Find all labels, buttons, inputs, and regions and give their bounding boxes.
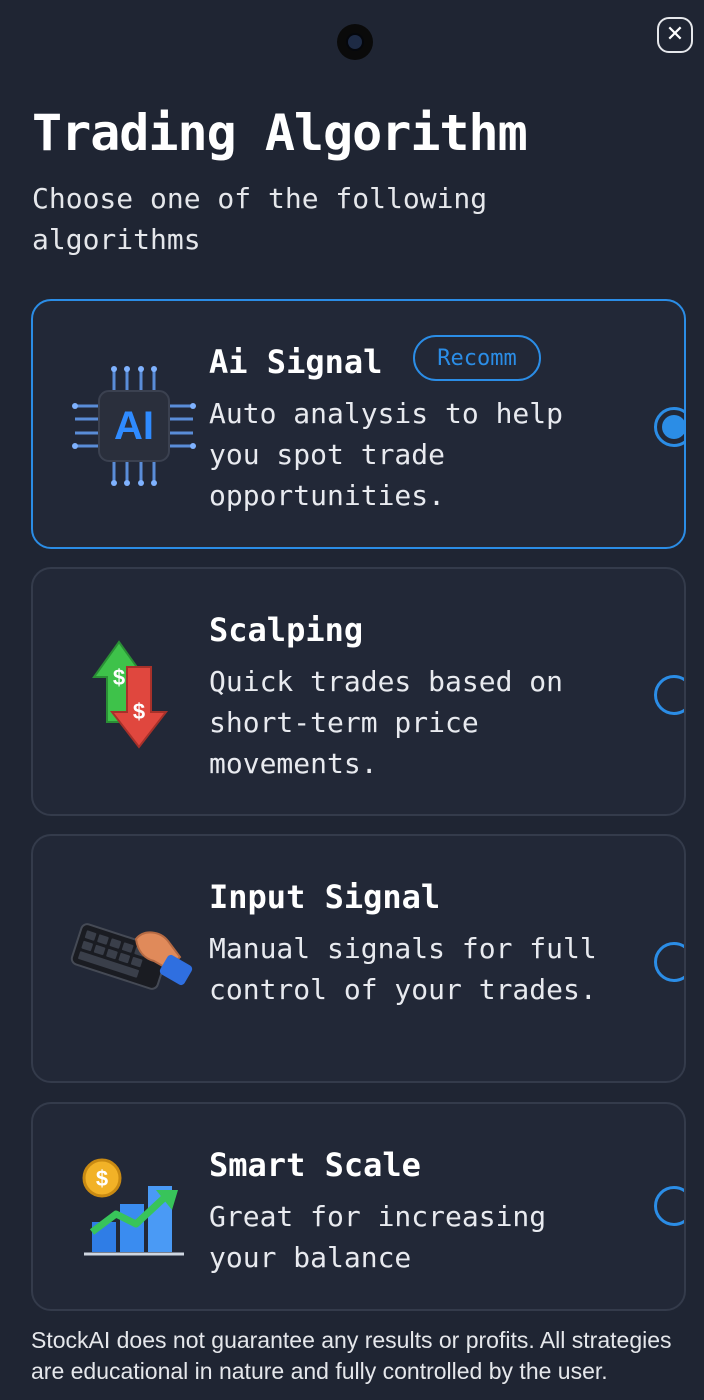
algorithm-card-ai-signal[interactable]: AI Ai Signal Recomm Auto analysis to hel… bbox=[31, 299, 686, 549]
page-title: Trading Algorithm bbox=[32, 104, 528, 162]
svg-text:$: $ bbox=[133, 699, 145, 724]
algorithm-radio-input-signal[interactable] bbox=[654, 942, 684, 982]
algorithm-radio-ai-signal[interactable] bbox=[654, 407, 684, 447]
algorithm-description: Auto analysis to help you spot trade opp… bbox=[209, 397, 564, 512]
algorithm-card-input-signal[interactable]: Input Signal Manual signals for full con… bbox=[31, 834, 686, 1083]
hand-keyboard-icon bbox=[59, 894, 209, 1024]
coin-growth-chart-icon: $ bbox=[59, 1142, 209, 1272]
svg-text:$: $ bbox=[113, 665, 125, 690]
algorithm-radio-scalping[interactable] bbox=[654, 675, 684, 715]
svg-text:AI: AI bbox=[114, 404, 154, 448]
algorithm-description: Quick trades based on short-term price m… bbox=[209, 665, 564, 780]
algorithm-card-scalping[interactable]: $ $ Scalping Quick trades based on short… bbox=[31, 567, 686, 816]
algorithm-description: Manual signals for full control of your … bbox=[209, 932, 597, 1006]
recommended-badge: Recomm bbox=[413, 335, 541, 381]
disclaimer-text: StockAI does not guarantee any results o… bbox=[31, 1327, 672, 1384]
svg-text:$: $ bbox=[96, 1166, 108, 1191]
close-icon: ✕ bbox=[665, 22, 685, 47]
algorithm-description: Great for increasing your balance bbox=[209, 1200, 547, 1274]
algorithm-name: Ai Signal bbox=[209, 343, 383, 381]
up-down-dollar-arrows-icon: $ $ bbox=[59, 627, 209, 757]
algorithm-card-smart-scale[interactable]: $ Smart Scale Great for increasing your … bbox=[31, 1102, 686, 1311]
ai-chip-icon: AI bbox=[59, 361, 209, 491]
algorithm-name: Input Signal bbox=[209, 878, 441, 916]
front-camera bbox=[337, 24, 373, 60]
close-button[interactable]: ✕ bbox=[657, 17, 693, 53]
page-subtitle: Choose one of the following algorithms bbox=[32, 182, 488, 256]
algorithm-radio-smart-scale[interactable] bbox=[654, 1186, 684, 1226]
algorithm-name: Scalping bbox=[209, 611, 364, 649]
algorithm-name: Smart Scale bbox=[209, 1146, 421, 1184]
